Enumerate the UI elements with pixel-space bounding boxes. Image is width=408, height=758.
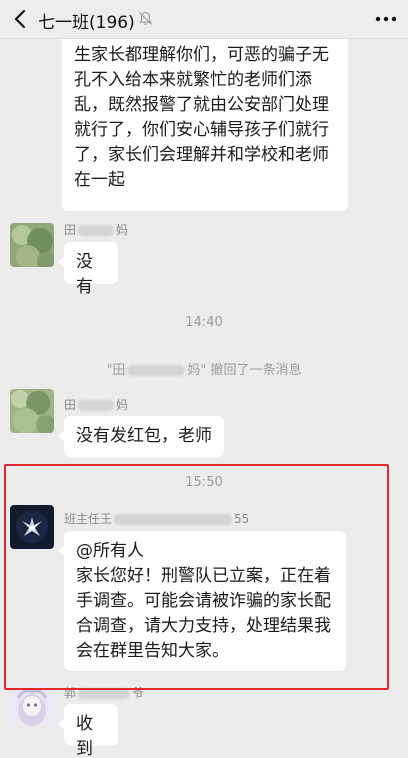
message-line: 就行了，你们安心辅导孩子们就行	[74, 120, 329, 140]
sender-name-prefix: 班主任王	[64, 512, 113, 526]
redaction-blur	[114, 514, 233, 525]
recall-notice: "田 妈" 撤回了一条消息	[0, 359, 408, 378]
redaction-blur	[127, 365, 186, 376]
chat-title: 七一班(196)	[38, 13, 135, 33]
message-text: @所有人家长您好！刑警队已立案，正在着 手调查。可能会请被诈骗的家长配 合调查，请大…	[76, 539, 334, 664]
message-line: 了，家长们会理解并和学校和老师	[74, 145, 329, 165]
message-text: 收到	[76, 714, 93, 758]
sender-name-suffix: 爷	[132, 686, 145, 700]
message-bubble[interactable]: 没有发红包，老师	[58, 416, 224, 458]
message-bubble[interactable]: 没有	[58, 242, 118, 297]
sender-name-suffix: 妈	[116, 398, 129, 412]
sender-name: 班主任王 55	[64, 510, 249, 527]
avatar-image	[10, 389, 54, 433]
sender-name-suffix: 55	[234, 512, 250, 526]
recall-prefix: "田	[106, 363, 126, 378]
message-list[interactable]: 生家长都理解你们，可恶的骗子无 孔不入给本来就繁忙的老师们添 乱，既然报警了就由公安…	[0, 39, 408, 758]
redaction-blur	[78, 225, 115, 236]
message-line: 生家长都理解你们，可恶的骗子无	[74, 45, 329, 65]
message-line: 家长您好！刑警队已立案，正在着	[76, 566, 331, 586]
message-line: @所有人	[76, 541, 144, 561]
avatar[interactable]	[10, 389, 54, 433]
message-text: 生家长都理解你们，可恶的骗子无 孔不入给本来就繁忙的老师们添 乱，既然报警了就由公安…	[74, 43, 336, 193]
sender-name-prefix: 田	[64, 223, 77, 237]
chat-header: 七一班(196)	[0, 0, 408, 39]
avatar-image	[10, 223, 54, 267]
redaction-blur	[78, 400, 115, 411]
message-line: 手调查。可能会请被诈骗的家长配	[76, 591, 331, 611]
sender-name-prefix: 田	[64, 398, 77, 412]
bubble-tail	[58, 256, 65, 268]
redaction-blur	[78, 688, 131, 699]
timestamp: 15:50	[185, 475, 223, 490]
more-options-icon[interactable]	[374, 8, 398, 30]
message-bubble[interactable]: 生家长都理解你们，可恶的骗子无 孔不入给本来就繁忙的老师们添 乱，既然报警了就由公安…	[62, 39, 348, 211]
avatar-image	[10, 684, 54, 728]
sender-name: 田妈	[64, 396, 128, 413]
sender-name: 田妈	[64, 221, 128, 238]
sender-name: 郭爷	[64, 684, 144, 701]
bubble-tail	[58, 430, 65, 442]
sender-name-suffix: 妈	[116, 223, 129, 237]
message-line: 合调查，请大力支持，处理结果我	[76, 616, 331, 636]
avatar[interactable]	[10, 223, 54, 267]
avatar-image	[10, 505, 54, 549]
avatar[interactable]	[10, 684, 54, 728]
bubble-tail	[58, 718, 65, 730]
mute-bell-icon	[139, 11, 152, 25]
message-text: 没有发红包，老师	[76, 426, 212, 446]
back-arrow-icon[interactable]	[8, 6, 34, 32]
message-line: 孔不入给本来就繁忙的老师们添	[74, 70, 312, 90]
timestamp: 14:40	[185, 315, 223, 330]
sender-name-prefix: 郭	[64, 686, 77, 700]
message-bubble[interactable]: @所有人家长您好！刑警队已立案，正在着 手调查。可能会请被诈骗的家长配 合调查，请大…	[58, 531, 346, 671]
avatar[interactable]	[10, 505, 54, 549]
message-line: 会在群里告知大家。	[76, 641, 229, 661]
message-bubble[interactable]: 收到	[58, 704, 118, 758]
recall-suffix: 妈" 撤回了一条消息	[187, 363, 302, 378]
message-line: 在一起	[74, 170, 125, 190]
message-text: 没有	[76, 252, 93, 297]
message-line: 乱，既然报警了就由公安部门处理	[74, 95, 329, 115]
bubble-tail	[58, 545, 65, 557]
